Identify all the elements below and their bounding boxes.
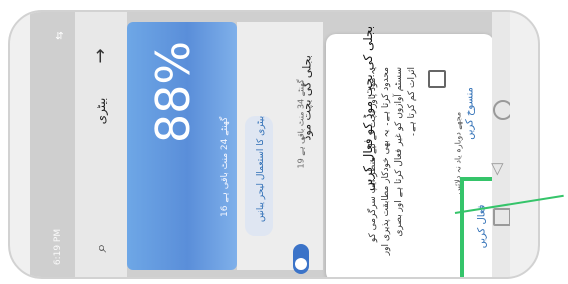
power-saver-toggle[interactable] — [293, 244, 309, 274]
battery-card: 88% 16 گھنٹے 24 منٹ باقی ہے — [127, 22, 237, 270]
phone-frame: ⇆ 6:19 PM → بیٹری ⌕ 88% 16 گھنٹے 24 منٹ … — [8, 10, 540, 279]
power-saver-subtitle: 19 گھنٹے 34 منٹ باقی ہے — [296, 79, 306, 169]
search-icon[interactable]: ⌕ — [91, 238, 111, 258]
battery-usage-button[interactable]: بیٹری کا استعمال لیحر یبانیں — [245, 116, 273, 236]
cancel-button[interactable]: منسوخ کریں — [456, 82, 486, 152]
page-title: بیٹری — [94, 97, 108, 125]
home-icon[interactable] — [493, 100, 510, 120]
activate-label: فعال کریں — [476, 204, 488, 249]
back-arrow-icon[interactable]: → — [89, 44, 113, 68]
power-saver-dialog: بجلی کی بچت موڈ کو فعال کریں یہ موڈ پاور… — [326, 26, 504, 277]
status-bar: ⇆ 6:19 PM — [48, 22, 78, 267]
dont-remind-checkbox[interactable] — [428, 70, 446, 88]
dialog-body: یہ موڈ پاور بچت کے لیے منظر ایپ سرگرمی ک… — [360, 67, 422, 255]
device-screen: ⇆ 6:19 PM → بیٹری ⌕ 88% 16 گھنٹے 24 منٹ … — [30, 12, 510, 277]
battery-usage-label: بیٹری کا استعمال لیحر یبانیں — [256, 115, 266, 223]
status-time: 6:19 PM — [53, 228, 63, 266]
cancel-label: منسوخ کریں — [464, 87, 476, 140]
app-bar: → بیٹری ⌕ — [75, 12, 127, 277]
system-nav-bar: ◁ — [487, 12, 510, 277]
battery-remaining-time: 16 گھنٹے 24 منٹ باقی ہے — [220, 116, 230, 217]
signal-icon: ⇆ — [54, 31, 66, 40]
power-saver-section: بجلی کی بچت موڈ 19 گھنٹے 34 منٹ باقی ہے … — [237, 22, 323, 274]
back-triangle-icon[interactable]: ◁ — [487, 163, 506, 175]
dialog-message: یہ موڈ پاور بچت کے لیے منظر ایپ سرگرمی ک… — [368, 67, 417, 256]
recents-icon[interactable] — [493, 208, 510, 226]
battery-percent: 88% — [146, 40, 200, 144]
